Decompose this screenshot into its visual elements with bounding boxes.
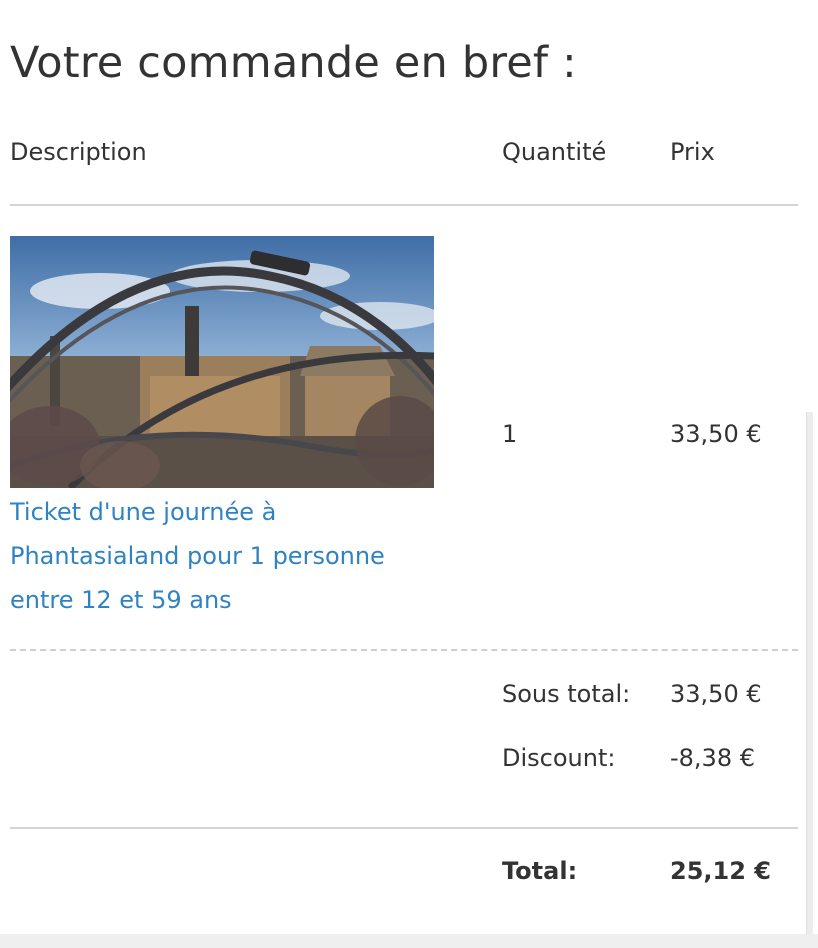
page-title: Votre commande en bref : [10,38,577,88]
total-value: 25,12 € [670,857,771,885]
item-quantity: 1 [502,420,518,448]
subtotal-value: 33,50 € [670,680,762,708]
column-header-price: Prix [670,138,715,166]
header-divider [10,204,798,206]
totals-divider [10,827,798,829]
product-image[interactable] [10,236,434,488]
item-price: 33,50 € [670,420,762,448]
order-summary-page: Votre commande en bref : Description Qua… [0,0,818,948]
roller-coaster-photo [10,236,434,488]
item-divider [10,649,798,651]
column-header-quantity: Quantité [502,138,607,166]
scrollbar[interactable] [806,412,813,948]
discount-value: -8,38 € [670,744,755,772]
discount-label: Discount: [502,744,616,772]
subtotal-label: Sous total: [502,680,631,708]
product-name-link[interactable]: Ticket d'une journée à Phantasialand pou… [10,490,430,622]
column-header-description: Description [10,138,147,166]
total-label: Total: [502,857,578,885]
footer-band [0,934,818,948]
